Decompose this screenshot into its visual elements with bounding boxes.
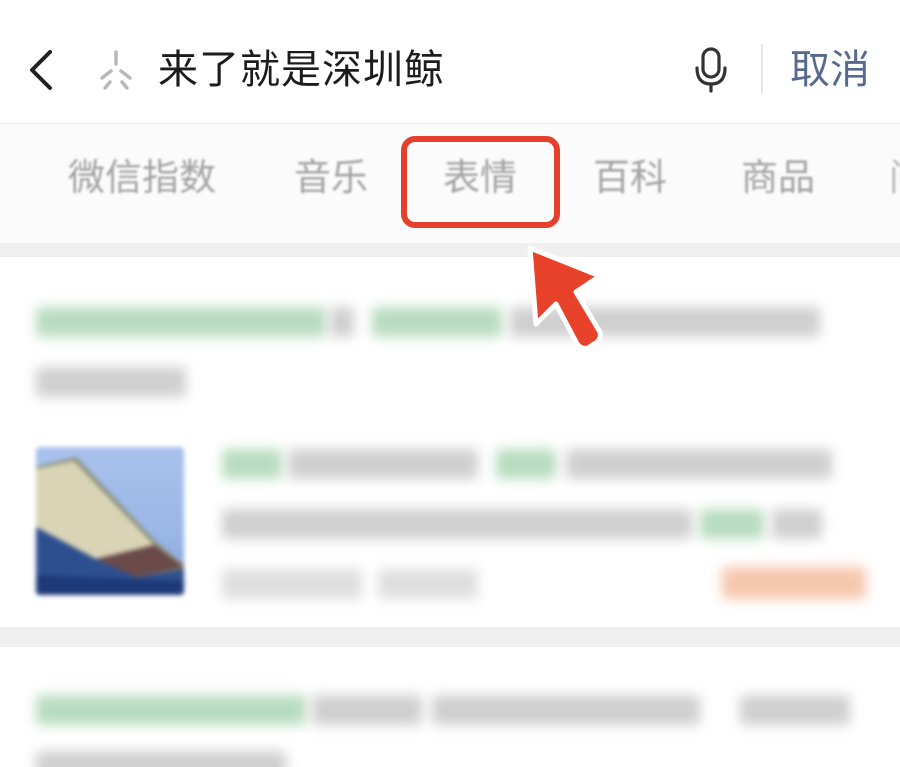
result-meta-blur [378,569,478,599]
result-desc-blur [700,509,764,539]
pointer-arrow-icon [527,245,603,351]
header-divider [761,44,763,94]
search-query-text: 来了就是深圳鲸 [158,47,445,93]
microphone-icon [695,47,727,93]
result-desc-blur [222,509,692,539]
tab-music[interactable]: 音乐 [294,153,368,203]
result-title-blur [36,751,286,767]
thumbnail-image [36,457,184,595]
result-title-blur [36,367,186,397]
back-arrow-icon [30,50,52,90]
result-title-blur [372,307,502,337]
section-gap [0,627,900,647]
result-card[interactable] [0,647,900,767]
cancel-button[interactable]: 取消 [790,44,870,96]
result-title-blur [36,695,306,725]
search-header: 来了就是深圳鲸 取消 [0,0,900,124]
result-desc-blur [566,449,832,479]
back-button[interactable] [22,46,62,94]
result-tag-blur [722,567,866,599]
result-meta-blur [222,569,362,599]
tab-encyclopedia[interactable]: 百科 [593,153,667,203]
tab-questions[interactable]: 问 [889,153,900,203]
result-desc-blur [496,449,556,479]
result-title-blur [36,307,326,337]
result-title-blur [740,695,850,725]
result-card[interactable] [0,257,900,627]
voice-search-button[interactable] [692,46,730,94]
result-desc-blur [772,509,822,539]
search-input[interactable]: 来了就是深圳鲸 [90,34,740,106]
result-desc-blur [288,449,478,479]
tab-wechat-index[interactable]: 微信指数 [68,153,216,203]
result-title-blur [312,695,422,725]
result-thumbnail [36,447,184,595]
section-gap [0,243,900,257]
result-title-blur [330,307,354,337]
result-desc-blur [222,449,282,479]
search-results [0,243,900,767]
tab-products[interactable]: 商品 [741,153,815,203]
result-title-blur [432,695,700,725]
tab-highlight-frame [401,136,560,228]
sparkle-icon [100,50,132,90]
